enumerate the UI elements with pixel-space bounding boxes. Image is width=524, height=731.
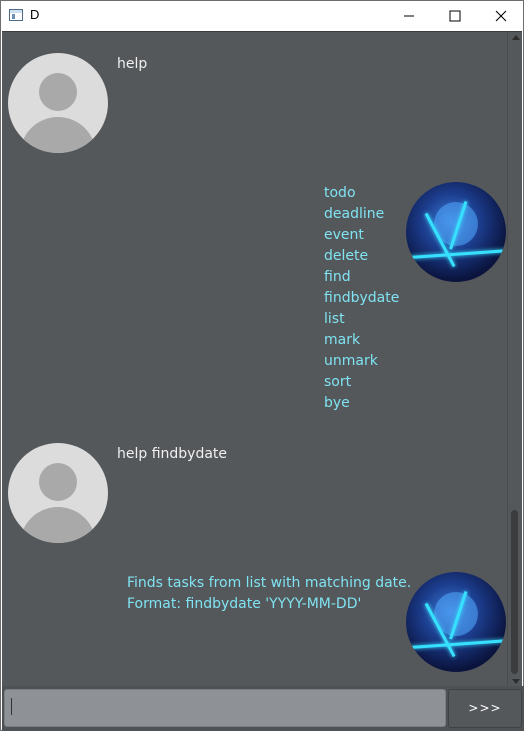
bot-avatar-image [406,572,506,672]
bot-message-command-list: todo deadline event delete find findbyda… [324,183,399,414]
minimize-button[interactable] [386,1,432,31]
minimize-icon [404,15,414,17]
command-item: unmark [324,353,378,369]
title-bar[interactable]: D [1,1,523,31]
user-avatar-icon [8,443,108,543]
message-input[interactable] [4,689,446,727]
vertical-scrollbar[interactable] [507,32,522,687]
maximize-icon [449,10,461,22]
scroll-up-arrow-icon[interactable] [512,35,520,40]
window-title: D [30,7,40,22]
command-item: find [324,269,351,285]
input-bar: >>> [2,686,524,731]
command-item: bye [324,395,350,411]
user-avatar-icon [8,53,108,153]
command-item: findbydate [324,290,400,306]
user-message: help findbydate [117,446,228,462]
maximize-button[interactable] [432,1,478,31]
send-button[interactable]: >>> [448,689,522,728]
close-button[interactable] [478,1,524,31]
user-message: help [117,56,148,72]
bot-message-line: Finds tasks from list with matching date… [127,575,412,591]
command-item: delete [324,248,369,264]
bot-avatar-image [406,182,506,282]
bot-message-line: Format: findbydate 'YYYY-MM-DD' [127,596,362,612]
command-item: deadline [324,206,385,222]
command-item: list [324,311,345,327]
window-icon [9,9,23,21]
command-item: todo [324,185,356,201]
scrollbar-thumb[interactable] [511,510,518,674]
close-icon [495,10,507,22]
scroll-down-arrow-icon[interactable] [512,679,520,684]
command-item: event [324,227,364,243]
app-window: D help todo deadline event delete find f… [0,0,524,731]
text-caret [11,698,12,715]
command-item: mark [324,332,361,348]
chat-scroll-pane[interactable]: help todo deadline event delete find fin… [2,31,522,687]
command-item: sort [324,374,352,390]
